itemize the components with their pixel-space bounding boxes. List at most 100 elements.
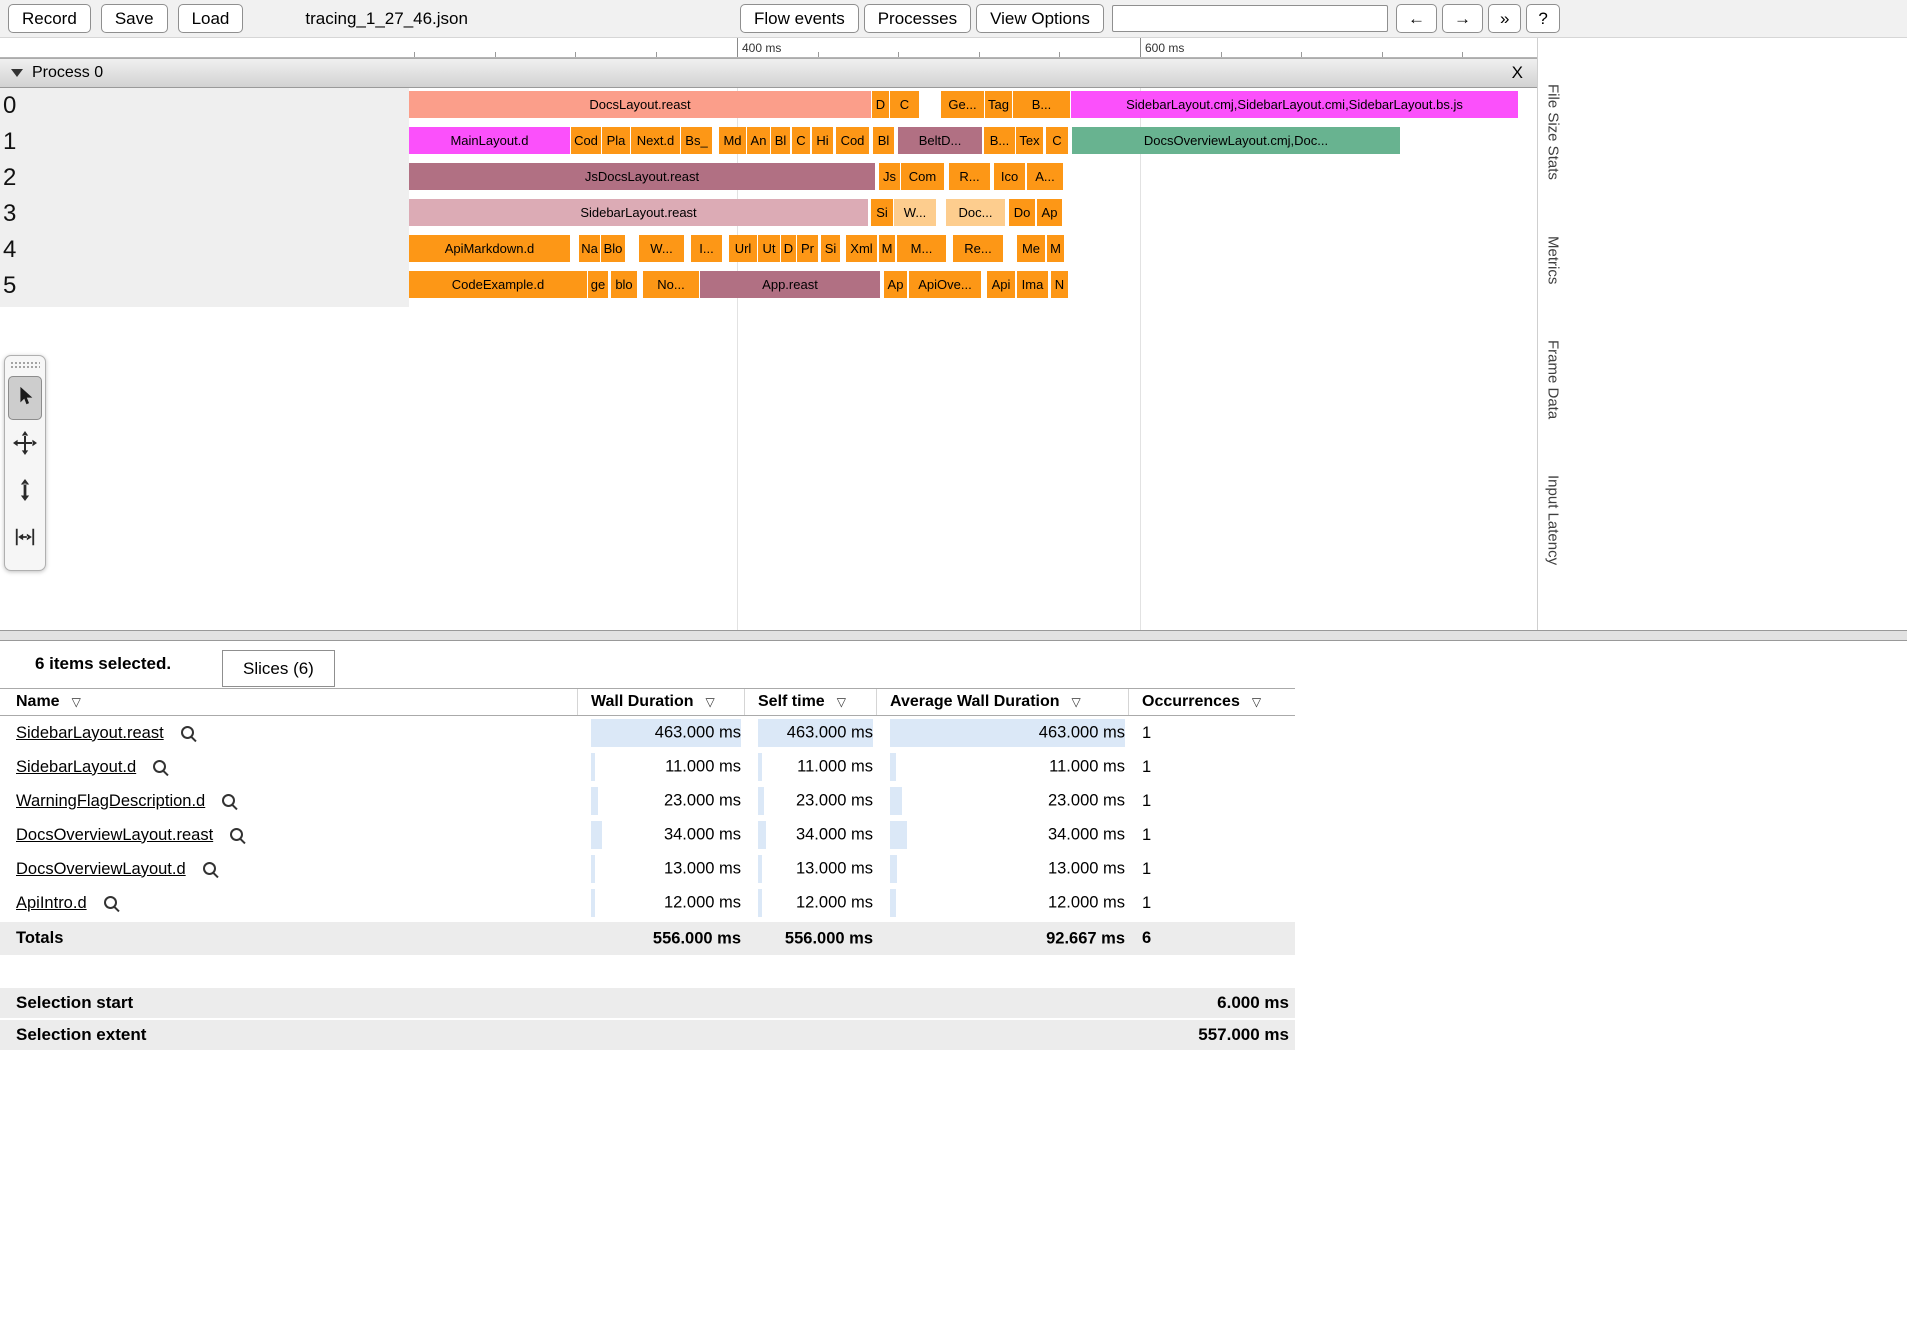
search-input[interactable]	[1112, 5, 1388, 32]
trace-slice[interactable]: Ut	[758, 235, 780, 262]
trace-slice[interactable]: Cod	[571, 127, 601, 154]
view-options-button[interactable]: View Options	[976, 4, 1104, 33]
flame-chart[interactable]: 0DocsLayout.reastDCGe...TagB...SidebarLa…	[0, 88, 1537, 630]
trace-slice[interactable]: BeltD...	[898, 127, 982, 154]
trace-slice[interactable]: DocsLayout.reast	[409, 91, 871, 118]
trace-slice[interactable]: M	[1047, 235, 1064, 262]
trace-slice[interactable]: M	[879, 235, 895, 262]
slice-name-link[interactable]: WarningFlagDescription.d	[16, 792, 205, 811]
find-next-button[interactable]: →	[1442, 4, 1483, 33]
trace-slice[interactable]: App.reast	[700, 271, 880, 298]
trace-slice[interactable]: Tex	[1016, 127, 1043, 154]
trace-slice[interactable]: Next.d	[631, 127, 680, 154]
tab-slices[interactable]: Slices (6)	[222, 650, 335, 687]
trace-slice[interactable]: Cod	[836, 127, 869, 154]
tab-metrics[interactable]: Metrics	[1545, 236, 1562, 284]
trace-slice[interactable]: W...	[894, 199, 936, 226]
column-header-average-wall-duration[interactable]: Average Wall Duration▽	[877, 689, 1129, 715]
slice-name-link[interactable]: SidebarLayout.reast	[16, 724, 164, 743]
trace-slice[interactable]: C	[890, 91, 919, 118]
slice-name-link[interactable]: DocsOverviewLayout.d	[16, 860, 186, 879]
trace-slice[interactable]: Api	[987, 271, 1015, 298]
timeline-ruler[interactable]: 400 ms600 ms	[0, 38, 1537, 58]
trace-slice[interactable]: D	[781, 235, 796, 262]
magnifier-icon[interactable]	[103, 895, 120, 912]
expand-panel-button[interactable]: »	[1488, 4, 1521, 33]
panel-splitter[interactable]	[0, 630, 1907, 641]
trace-slice[interactable]: Ge...	[941, 91, 984, 118]
column-header-name[interactable]: Name▽	[0, 689, 578, 715]
trace-slice[interactable]: Bs_	[681, 127, 712, 154]
trace-slice[interactable]: Url	[729, 235, 757, 262]
trace-slice[interactable]: blo	[611, 271, 637, 298]
trace-slice[interactable]: Md	[719, 127, 746, 154]
trace-slice[interactable]: Doc...	[946, 199, 1005, 226]
trace-slice[interactable]: Tag	[985, 91, 1012, 118]
trace-slice[interactable]: I...	[691, 235, 722, 262]
column-header-wall-duration[interactable]: Wall Duration▽	[578, 689, 745, 715]
trace-slice[interactable]: Ap	[884, 271, 907, 298]
tab-input-latency[interactable]: Input Latency	[1545, 475, 1562, 565]
timing-select-tool-button[interactable]	[8, 517, 42, 561]
trace-slice[interactable]: Do	[1009, 199, 1035, 226]
trace-slice[interactable]: SidebarLayout.reast	[409, 199, 868, 226]
trace-slice[interactable]: Ima	[1017, 271, 1048, 298]
trace-slice[interactable]: ApiMarkdown.d	[409, 235, 570, 262]
trace-slice[interactable]: ApiOve...	[909, 271, 981, 298]
trace-slice[interactable]: Js	[879, 163, 900, 190]
help-button[interactable]: ?	[1526, 4, 1559, 33]
trace-slice[interactable]: Xml	[846, 235, 877, 262]
tab-file-size-stats[interactable]: File Size Stats	[1545, 84, 1562, 180]
selection-tool-button[interactable]	[8, 376, 42, 420]
slice-name-link[interactable]: ApiIntro.d	[16, 894, 87, 913]
close-process-button[interactable]: X	[1512, 63, 1523, 83]
trace-slice[interactable]: M...	[897, 235, 946, 262]
trace-slice[interactable]: N	[1051, 271, 1068, 298]
trace-slice[interactable]: Me	[1017, 235, 1045, 262]
flow-events-button[interactable]: Flow events	[740, 4, 859, 33]
trace-slice[interactable]: Pla	[602, 127, 630, 154]
collapse-arrow-icon[interactable]	[11, 69, 23, 77]
load-button[interactable]: Load	[178, 4, 244, 33]
trace-slice[interactable]: An	[747, 127, 770, 154]
trace-slice[interactable]: No...	[643, 271, 699, 298]
slice-name-link[interactable]: DocsOverviewLayout.reast	[16, 826, 213, 845]
pan-tool-button[interactable]	[8, 423, 42, 467]
magnifier-icon[interactable]	[180, 725, 197, 742]
trace-slice[interactable]: R...	[949, 163, 990, 190]
trace-slice[interactable]: D	[872, 91, 889, 118]
trace-slice[interactable]: Pr	[797, 235, 818, 262]
trace-slice[interactable]: A...	[1027, 163, 1063, 190]
column-header-occurrences[interactable]: Occurrences▽	[1129, 689, 1295, 715]
tab-frame-data[interactable]: Frame Data	[1545, 340, 1562, 419]
trace-slice[interactable]: DocsOverviewLayout.cmj,Doc...	[1072, 127, 1400, 154]
trace-slice[interactable]: C	[792, 127, 810, 154]
trace-slice[interactable]: Bl	[771, 127, 790, 154]
find-previous-button[interactable]: ←	[1396, 4, 1437, 33]
trace-slice[interactable]: Com	[901, 163, 944, 190]
trace-slice[interactable]: Na	[579, 235, 600, 262]
trace-slice[interactable]: C	[1046, 127, 1068, 154]
magnifier-icon[interactable]	[202, 861, 219, 878]
trace-slice[interactable]: B...	[1013, 91, 1070, 118]
slice-name-link[interactable]: SidebarLayout.d	[16, 758, 136, 777]
trace-slice[interactable]: JsDocsLayout.reast	[409, 163, 875, 190]
record-button[interactable]: Record	[8, 4, 91, 33]
magnifier-icon[interactable]	[229, 827, 246, 844]
vertical-zoom-tool-button[interactable]	[8, 470, 42, 514]
trace-slice[interactable]: B...	[984, 127, 1015, 154]
processes-button[interactable]: Processes	[864, 4, 971, 33]
trace-slice[interactable]: Bl	[873, 127, 894, 154]
trace-slice[interactable]: Ap	[1037, 199, 1062, 226]
trace-slice[interactable]: Hi	[812, 127, 833, 154]
magnifier-icon[interactable]	[221, 793, 238, 810]
trace-slice[interactable]: Si	[821, 235, 840, 262]
trace-slice[interactable]: ge	[588, 271, 608, 298]
trace-slice[interactable]: W...	[639, 235, 684, 262]
magnifier-icon[interactable]	[152, 759, 169, 776]
trace-slice[interactable]: SidebarLayout.cmj,SidebarLayout.cmi,Side…	[1071, 91, 1518, 118]
column-header-self-time[interactable]: Self time▽	[745, 689, 877, 715]
trace-slice[interactable]: Ico	[994, 163, 1025, 190]
trace-slice[interactable]: MainLayout.d	[409, 127, 570, 154]
trace-slice[interactable]: CodeExample.d	[409, 271, 587, 298]
